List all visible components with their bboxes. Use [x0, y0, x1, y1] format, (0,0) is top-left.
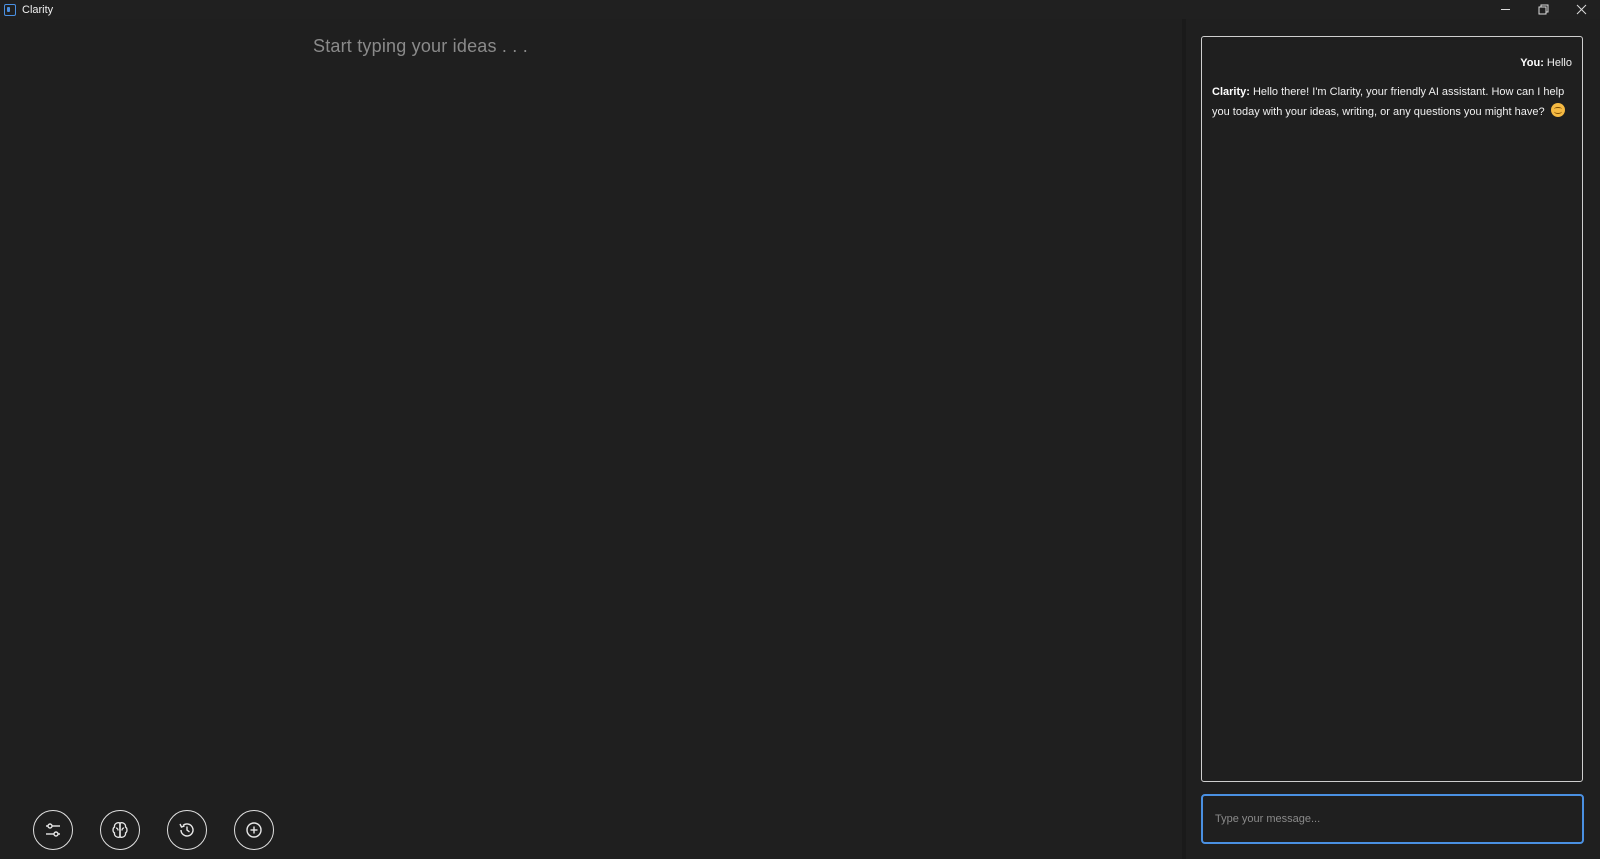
history-icon [179, 823, 194, 837]
settings-button[interactable] [33, 810, 73, 850]
minimize-button[interactable] [1486, 0, 1524, 19]
message-speaker: You: [1520, 57, 1544, 69]
message-text: Hello [1546, 57, 1572, 69]
idea-editor[interactable]: Start typing your ideas . . . [0, 19, 1182, 859]
chat-history-panel: You: Hello Clarity: Hello there! I'm Cla… [1201, 36, 1583, 782]
chat-message-input[interactable] [1201, 794, 1584, 844]
window-controls [1486, 0, 1600, 19]
window-title: Clarity [22, 3, 54, 16]
app-logo-icon [4, 3, 16, 16]
restore-icon [1538, 4, 1548, 15]
message-text: Hello there! I'm Clarity, your friendly … [1212, 86, 1565, 118]
close-icon [1576, 4, 1586, 15]
restore-button[interactable] [1524, 0, 1562, 19]
assistant-message: Clarity: Hello there! I'm Clarity, your … [1212, 82, 1572, 122]
sliders-icon [46, 823, 60, 837]
history-button[interactable] [167, 810, 207, 850]
title-bar: Clarity [0, 0, 1600, 19]
editor-placeholder: Start typing your ideas . . . [313, 36, 528, 56]
panel-divider[interactable] [1182, 19, 1186, 859]
plus-circle-icon [246, 822, 262, 838]
brain-icon [112, 822, 128, 838]
close-button[interactable] [1562, 0, 1600, 19]
new-document-button[interactable] [234, 810, 274, 850]
message-speaker: Clarity: [1212, 86, 1250, 98]
user-message: You: Hello [1520, 57, 1572, 69]
brain-button[interactable] [100, 810, 140, 850]
smiling-face-icon [1550, 103, 1565, 117]
minimize-icon [1500, 9, 1510, 10]
